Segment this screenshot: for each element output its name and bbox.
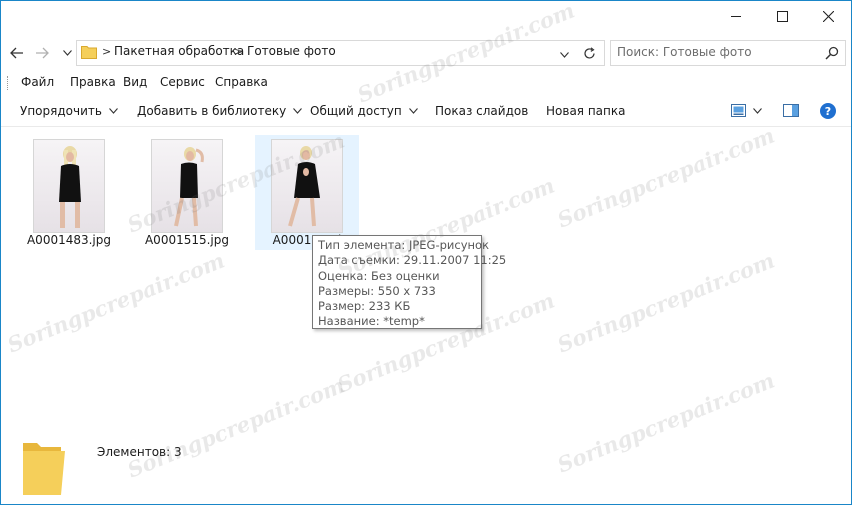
file-info-tooltip: Тип элемента: JPEG-рисунок Дата съемки: … bbox=[312, 235, 507, 329]
menu-help[interactable]: Справка bbox=[215, 75, 268, 89]
share-button[interactable]: Общий доступ bbox=[310, 104, 418, 118]
tooltip-title: Название: *temp* bbox=[318, 314, 425, 329]
breadcrumb-separator-icon: > bbox=[102, 45, 112, 58]
folder-icon bbox=[81, 46, 97, 59]
file-name: A0001515.jpg bbox=[144, 233, 230, 247]
share-label: Общий доступ bbox=[310, 104, 402, 118]
tooltip-type: Тип элемента: JPEG-рисунок bbox=[318, 238, 490, 252]
command-bar: Упорядочить Добавить в библиотеку Общий … bbox=[1, 96, 851, 127]
image-thumbnail bbox=[271, 139, 343, 233]
maximize-button[interactable] bbox=[759, 1, 805, 32]
new-folder-button[interactable]: Новая папка bbox=[546, 104, 625, 118]
file-item[interactable]: A0001483.jpg bbox=[17, 135, 121, 250]
details-pane: Элементов: 3 bbox=[1, 431, 851, 504]
forward-button[interactable] bbox=[34, 45, 50, 61]
tooltip-date: Дата съемки: 29.11.2007 11:25 bbox=[318, 253, 507, 268]
chevron-down-icon bbox=[293, 108, 303, 114]
address-bar[interactable]: > Пакетная обработка > Готовые фото bbox=[76, 40, 605, 66]
breadcrumb-item[interactable]: Пакетная обработка bbox=[114, 44, 244, 58]
maximize-icon bbox=[776, 11, 788, 22]
new-folder-label: Новая папка bbox=[546, 104, 626, 118]
tooltip-dimensions: Размеры: 550 x 733 bbox=[318, 283, 436, 298]
minimize-icon bbox=[731, 16, 741, 17]
menu-bar: Файл Правка Вид Сервис Справка bbox=[1, 72, 851, 94]
menu-view[interactable]: Вид bbox=[123, 75, 147, 89]
image-thumbnail bbox=[33, 139, 105, 233]
slideshow-button[interactable]: Показ слайдов bbox=[435, 104, 528, 118]
recent-locations-button[interactable] bbox=[59, 45, 75, 61]
change-view-icon[interactable] bbox=[731, 104, 746, 117]
explorer-window: > Пакетная обработка > Готовые фото Поис… bbox=[0, 0, 852, 505]
organize-button[interactable]: Упорядочить bbox=[20, 104, 118, 118]
title-bar bbox=[1, 1, 851, 32]
address-history-button[interactable] bbox=[560, 47, 569, 61]
search-icon bbox=[825, 46, 839, 60]
chevron-down-icon bbox=[109, 108, 118, 114]
search-placeholder: Поиск: Готовые фото bbox=[617, 45, 752, 59]
slideshow-label: Показ слайдов bbox=[435, 104, 529, 118]
breadcrumb-item[interactable]: Готовые фото bbox=[247, 44, 336, 58]
menu-edit[interactable]: Правка bbox=[70, 75, 116, 89]
chevron-down-icon bbox=[560, 52, 569, 58]
arrow-left-icon bbox=[10, 47, 23, 59]
refresh-icon bbox=[583, 46, 595, 59]
menu-grip-icon bbox=[7, 76, 10, 90]
file-item[interactable]: A0001515.jpg bbox=[135, 135, 239, 250]
close-button[interactable] bbox=[805, 1, 851, 32]
navigation-bar: > Пакетная обработка > Готовые фото Поис… bbox=[1, 37, 851, 69]
folder-icon bbox=[23, 443, 65, 495]
item-count: Элементов: 3 bbox=[97, 445, 182, 459]
file-item-selected[interactable]: A0001579.j bbox=[255, 135, 359, 250]
preview-pane-icon[interactable] bbox=[783, 104, 799, 117]
back-button[interactable] bbox=[9, 45, 25, 61]
add-to-library-button[interactable]: Добавить в библиотеку bbox=[137, 104, 303, 118]
close-icon bbox=[822, 11, 834, 22]
add-to-library-label: Добавить в библиотеку bbox=[137, 104, 287, 118]
chevron-down-icon bbox=[408, 108, 418, 114]
arrow-right-icon bbox=[36, 47, 49, 59]
refresh-button[interactable] bbox=[580, 44, 598, 62]
view-options-chevron-icon[interactable] bbox=[753, 108, 762, 114]
chevron-down-icon bbox=[62, 50, 72, 56]
tooltip-rating: Оценка: Без оценки bbox=[318, 268, 440, 283]
organize-label: Упорядочить bbox=[20, 104, 102, 118]
menu-file[interactable]: Файл bbox=[21, 75, 54, 89]
tooltip-size: Размер: 233 КБ bbox=[318, 299, 411, 314]
file-name: A0001483.jpg bbox=[26, 233, 112, 247]
menu-tools[interactable]: Сервис bbox=[160, 75, 205, 89]
image-thumbnail bbox=[151, 139, 223, 233]
help-icon[interactable]: ? bbox=[820, 103, 836, 119]
minimize-button[interactable] bbox=[713, 1, 759, 32]
breadcrumb-separator-icon: > bbox=[234, 45, 244, 58]
search-input[interactable]: Поиск: Готовые фото bbox=[610, 40, 846, 66]
